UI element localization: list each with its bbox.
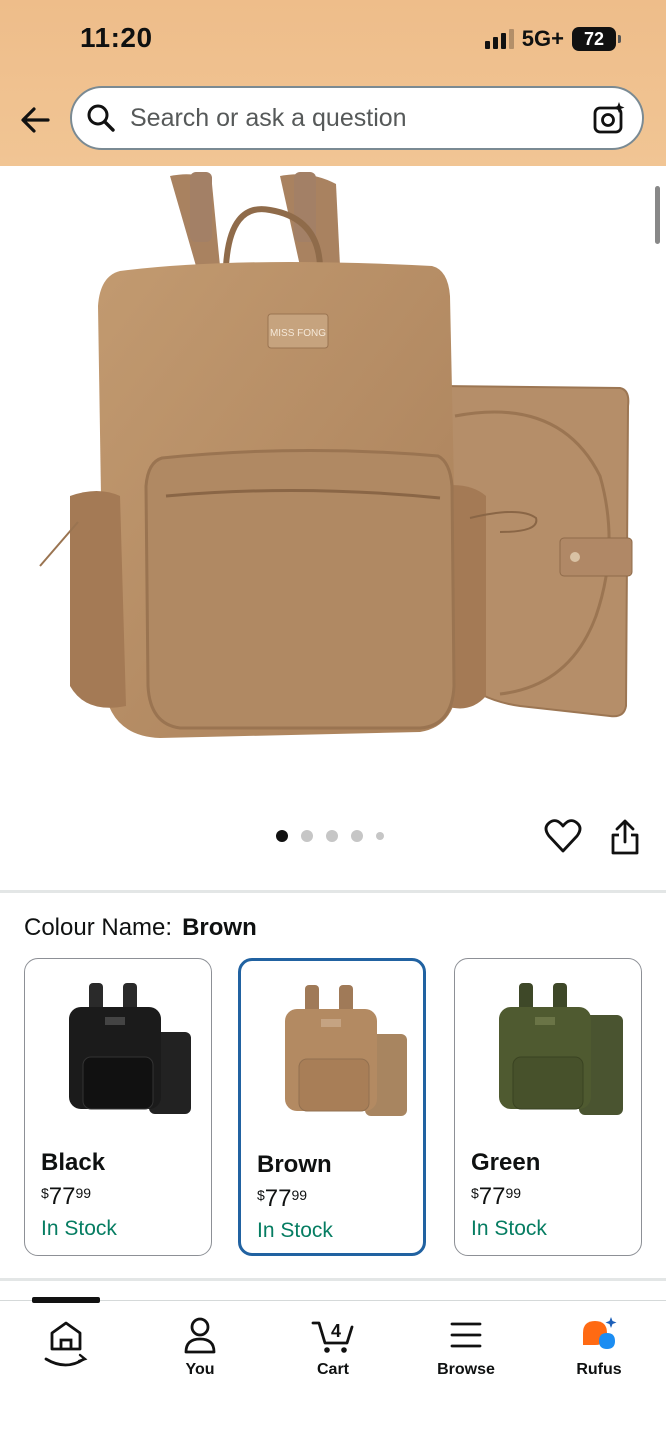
heart-icon[interactable] — [544, 818, 582, 854]
camera-lens-icon[interactable] — [592, 100, 628, 136]
search-input[interactable] — [128, 102, 572, 134]
colour-option-name: Black — [41, 1149, 106, 1176]
nav-label: You — [185, 1361, 215, 1378]
battery-icon: 72 — [572, 27, 621, 51]
stock-status: In Stock — [257, 1219, 333, 1242]
search-icon — [87, 104, 115, 132]
colour-option-name: Brown — [257, 1151, 332, 1178]
carousel-dot-active[interactable] — [276, 830, 288, 842]
menu-icon — [450, 1322, 482, 1348]
colour-selected-value: Brown — [182, 914, 257, 941]
colour-name-label: Colour Name: Brown — [24, 914, 257, 942]
battery-level: 72 — [583, 28, 605, 49]
swatch-image — [285, 985, 407, 1116]
swatch-image — [499, 983, 623, 1115]
status-time: 11:20 — [80, 22, 153, 53]
cart-count-badge: 4 — [331, 1321, 341, 1341]
colour-option-price: $7799 — [257, 1185, 308, 1212]
colour-option-brown[interactable]: Brown $7799 In Stock — [238, 958, 426, 1256]
status-indicators: 5G+ 72 — [484, 26, 621, 52]
nav-home[interactable] — [6, 1315, 126, 1381]
nav-you[interactable]: You — [140, 1315, 260, 1379]
share-icon[interactable] — [608, 818, 642, 856]
stock-status: In Stock — [471, 1217, 547, 1240]
brand-logo-text: MISS FONG — [270, 328, 326, 339]
nav-cart[interactable]: 4 Cart — [273, 1315, 393, 1379]
nav-label: Cart — [316, 1361, 349, 1378]
network-type: 5G+ — [521, 26, 564, 51]
cart-icon: 4 — [311, 1321, 354, 1353]
active-tab-indicator — [32, 1297, 100, 1303]
search-bar[interactable] — [70, 86, 644, 150]
colour-option-price: $7799 — [471, 1183, 522, 1210]
stock-status: In Stock — [41, 1217, 117, 1240]
home-icon — [44, 1321, 88, 1367]
product-image: MISS FONG — [39, 172, 633, 738]
carousel-dot[interactable] — [326, 830, 338, 842]
carousel-dots[interactable] — [276, 830, 384, 842]
swatch-image — [69, 983, 191, 1114]
back-arrow-icon[interactable] — [16, 100, 56, 140]
carousel-dot[interactable] — [351, 830, 363, 842]
section-divider — [0, 890, 666, 893]
carousel-dot[interactable] — [376, 832, 384, 840]
person-icon — [184, 1317, 216, 1354]
nav-label: Browse — [437, 1361, 495, 1378]
section-divider — [0, 1278, 666, 1281]
carousel-dot[interactable] — [301, 830, 313, 842]
colour-label-text: Colour Name: — [24, 914, 173, 941]
colour-option-black[interactable]: Black $7799 In Stock — [24, 958, 212, 1256]
signal-icon — [484, 29, 514, 49]
nav-label: Rufus — [576, 1361, 622, 1378]
colour-option-name: Green — [471, 1149, 541, 1176]
colour-option-price: $7799 — [41, 1183, 92, 1210]
rufus-icon — [583, 1317, 617, 1349]
nav-browse[interactable]: Browse — [406, 1315, 526, 1379]
product-image-carousel[interactable]: MISS FONG — [0, 166, 666, 786]
bottom-navigation: You 4 Cart Browse Rufus — [0, 1297, 666, 1441]
colour-option-green[interactable]: Green $7799 In Stock — [454, 958, 642, 1256]
header: 11:20 5G+ 72 — [0, 0, 666, 166]
nav-rufus[interactable]: Rufus — [539, 1315, 659, 1379]
scrollbar[interactable] — [655, 186, 660, 244]
